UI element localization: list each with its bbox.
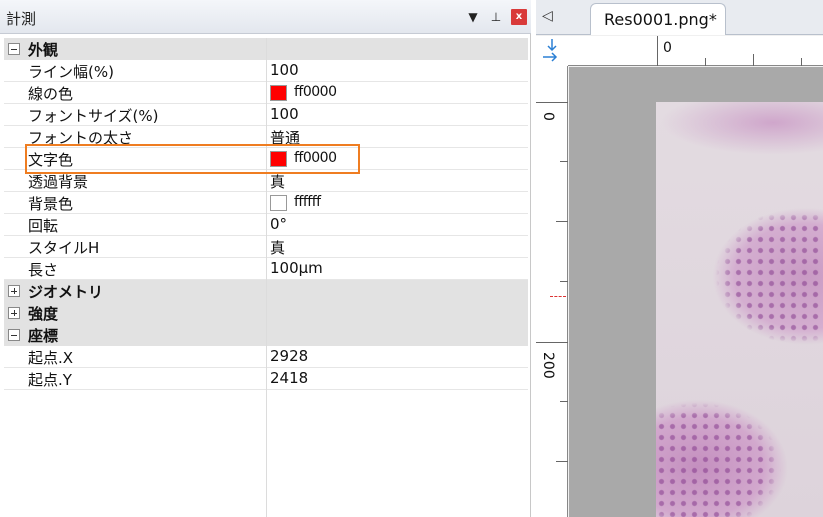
cursor-position-marker (550, 296, 566, 297)
property-name: ライン幅(%) (28, 63, 114, 81)
ruler-tick (560, 401, 568, 402)
category-label: ジオメトリ (28, 283, 104, 301)
ruler-tick (705, 58, 706, 66)
ruler-tick (536, 342, 568, 343)
ruler-tick (536, 102, 568, 103)
property-value[interactable]: ff0000 (294, 84, 337, 100)
category-label: 外観 (28, 41, 59, 59)
property-value[interactable]: 2418 (270, 369, 308, 387)
collapse-icon[interactable] (8, 329, 20, 341)
app-window: 計測 ▼ ⊥ x 外観 ライン幅(%) 100 線の色 ff0000 フォントサ (0, 0, 823, 517)
property-name: スタイルH (28, 239, 100, 257)
ruler-tick (560, 281, 568, 282)
color-swatch[interactable] (270, 195, 287, 211)
property-grid: 外観 ライン幅(%) 100 線の色 ff0000 フォントサイズ(%) 100… (4, 38, 528, 517)
ruler-tick (657, 36, 658, 66)
property-value[interactable]: ffffff (294, 194, 321, 210)
ruler-corner[interactable] (536, 36, 568, 66)
panel-titlebar: 計測 ▼ ⊥ x (0, 0, 531, 34)
column-divider[interactable] (266, 38, 267, 517)
property-value[interactable]: 0° (270, 215, 287, 233)
ruler-tick (801, 58, 802, 66)
image-document: ◁ Res0001.png* 0 0 200 (536, 0, 823, 517)
collapse-icon[interactable] (8, 43, 20, 55)
ruler-tick (556, 461, 568, 462)
tab-label: Res0001.png* (604, 10, 717, 29)
color-swatch[interactable] (270, 151, 287, 167)
property-name: 透過背景 (28, 173, 89, 191)
image-canvas[interactable] (569, 67, 823, 517)
property-name: 長さ (28, 261, 59, 279)
property-name: 回転 (28, 217, 59, 235)
property-name: フォントサイズ(%) (28, 107, 159, 125)
property-name: 起点.Y (28, 371, 72, 389)
property-value[interactable]: 普通 (270, 127, 300, 148)
property-value[interactable]: 100 (270, 61, 299, 79)
property-value[interactable]: 2928 (270, 347, 308, 365)
vertical-ruler[interactable]: 0 200 (536, 66, 568, 517)
expand-icon[interactable] (8, 307, 20, 319)
ruler-tick (560, 161, 568, 162)
ruler-label: 0 (540, 112, 556, 121)
category-label: 座標 (28, 327, 59, 345)
color-swatch[interactable] (270, 85, 287, 101)
category-label: 強度 (28, 305, 59, 323)
pin-icon[interactable]: ⊥ (488, 9, 504, 25)
property-value[interactable]: ff0000 (294, 150, 337, 166)
property-name: 文字色 (28, 151, 74, 169)
property-value[interactable]: 真 (270, 171, 285, 192)
property-name: フォントの太さ (28, 129, 134, 147)
ruler-label: 0 (663, 40, 672, 56)
expand-icon[interactable] (8, 285, 20, 297)
panel-title: 計測 (6, 10, 37, 28)
property-name: 線の色 (28, 85, 74, 103)
property-name: 背景色 (28, 195, 74, 213)
close-icon[interactable]: x (511, 9, 527, 25)
microscope-image[interactable] (656, 102, 823, 517)
scroll-left-icon[interactable]: ◁ (542, 8, 553, 24)
property-value[interactable]: 真 (270, 237, 285, 258)
dropdown-icon[interactable]: ▼ (465, 9, 481, 25)
property-value[interactable]: 100μm (270, 259, 323, 277)
ruler-tick (753, 54, 754, 66)
document-tabbar: ◁ Res0001.png* (536, 0, 823, 35)
ruler-origin-icon (543, 39, 558, 62)
property-name: 起点.X (28, 349, 74, 367)
image-texture (656, 102, 823, 517)
ruler-label: 200 (540, 352, 556, 379)
ruler-tick (556, 221, 568, 222)
tab-res0001[interactable]: Res0001.png* (590, 3, 726, 35)
measurement-panel: 計測 ▼ ⊥ x 外観 ライン幅(%) 100 線の色 ff0000 フォントサ (0, 0, 531, 517)
property-value[interactable]: 100 (270, 105, 299, 123)
horizontal-ruler[interactable]: 0 (568, 36, 823, 66)
